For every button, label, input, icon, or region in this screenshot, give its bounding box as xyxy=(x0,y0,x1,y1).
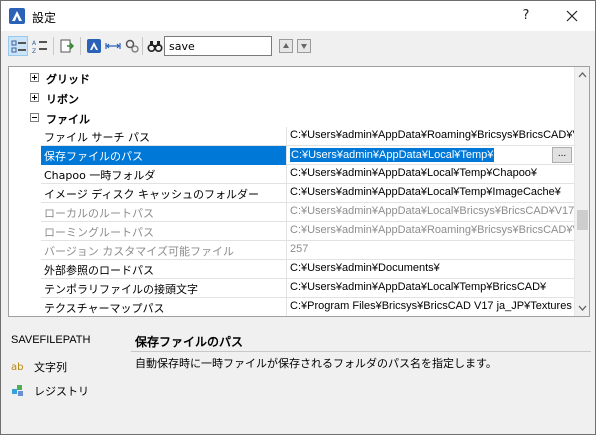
property-value[interactable]: C:¥Users¥admin¥AppData¥Local¥Temp¥ImageC… xyxy=(287,184,574,203)
alphabetical-view-button[interactable]: A Z xyxy=(30,36,50,56)
variable-info-panel: SAVEFILEPATH ab 文字列 レジストリ xyxy=(1,321,127,435)
property-row-selected[interactable]: 保存ファイルのパス C:¥Users¥admin¥AppData¥Local¥T… xyxy=(41,146,574,165)
previous-result-icon xyxy=(283,43,289,48)
property-value: C:¥Users¥admin¥AppData¥Roaming¥Bricsys¥B… xyxy=(290,224,574,236)
find-button[interactable] xyxy=(145,36,165,56)
settings-dialog: 設定 ? A Z save グリッド リボン ファイル ファイル サーチ パス … xyxy=(0,0,596,435)
property-grid-body: グリッド リボン ファイル ファイル サーチ パス C:¥Users¥admin… xyxy=(9,67,574,316)
property-value[interactable]: C:¥Users¥admin¥AppData¥Roaming¥Bricsys¥B… xyxy=(287,127,574,146)
property-name: テンポラリファイルの接頭文字 xyxy=(41,279,287,298)
expand-icon[interactable] xyxy=(30,73,39,82)
property-name: ローミングルートパス xyxy=(41,222,287,241)
property-row[interactable]: ローミングルートパス C:¥Users¥admin¥AppData¥Roamin… xyxy=(41,222,574,241)
category-ribbon[interactable]: リボン xyxy=(9,88,574,108)
scrollbar-thumb[interactable] xyxy=(577,210,588,230)
svg-text:A: A xyxy=(32,40,37,47)
property-value[interactable]: C:¥Users¥admin¥Documents¥ xyxy=(287,260,574,279)
property-row[interactable]: イメージ ディスク キャッシュのフォルダー C:¥Users¥admin¥App… xyxy=(41,184,574,203)
bricscad-app-icon xyxy=(9,8,25,24)
description-title: 保存ファイルのパス xyxy=(135,335,244,349)
close-button[interactable] xyxy=(555,5,589,27)
chevron-down-icon xyxy=(578,305,587,311)
window-title: 設定 xyxy=(32,11,57,25)
vertical-scrollbar[interactable] xyxy=(574,67,589,316)
system-variable-name: SAVEFILEPATH xyxy=(11,334,91,346)
properties-button[interactable] xyxy=(122,36,142,56)
svg-text:ab: ab xyxy=(11,362,23,373)
category-label: リボン xyxy=(46,93,79,106)
property-name: ファイル サーチ パス xyxy=(41,127,287,146)
property-name: 保存ファイルのパス xyxy=(41,146,287,165)
category-grid[interactable]: グリッド xyxy=(9,68,574,88)
export-icon xyxy=(60,39,75,53)
categorized-view-button[interactable] xyxy=(8,36,28,56)
property-row[interactable]: ファイル サーチ パス C:¥Users¥admin¥AppData¥Roami… xyxy=(41,127,574,146)
string-type-icon: ab xyxy=(11,362,23,373)
properties-icon xyxy=(125,39,139,53)
property-row[interactable]: 外部参照のロードパス C:¥Users¥admin¥Documents¥ xyxy=(41,260,574,279)
property-value: C:¥Users¥admin¥AppData¥Local¥Bricsys¥Bri… xyxy=(290,205,574,217)
property-grid: グリッド リボン ファイル ファイル サーチ パス C:¥Users¥admin… xyxy=(8,66,590,317)
fit-columns-icon xyxy=(105,43,121,49)
property-name: ローカルのルートパス xyxy=(41,203,287,222)
category-file[interactable]: ファイル xyxy=(9,108,574,128)
property-name: バージョン カスタマイズ可能ファイル xyxy=(41,241,287,260)
property-value[interactable]: C:¥Users¥admin¥AppData¥Local¥Temp¥Chapoo… xyxy=(287,165,574,184)
property-name: 外部参照のロードパス xyxy=(41,260,287,279)
bricscad-button[interactable] xyxy=(84,36,104,56)
collapse-icon[interactable] xyxy=(30,113,39,122)
property-value: 257 xyxy=(290,243,309,255)
help-button[interactable]: ? xyxy=(513,5,539,27)
property-name: テクスチャーマップパス xyxy=(41,298,287,316)
categorized-view-icon xyxy=(11,40,26,53)
description-text: 自動保存時に一時ファイルが保存されるフォルダのパス名を指定します。 xyxy=(135,357,497,370)
binoculars-icon xyxy=(147,41,163,53)
scroll-down-button[interactable] xyxy=(575,300,589,316)
scroll-up-button[interactable] xyxy=(575,67,589,83)
category-label: グリッド xyxy=(46,73,90,86)
toolbar: A Z xyxy=(1,31,595,61)
alphabetical-view-icon: A Z xyxy=(32,40,47,54)
chevron-up-icon xyxy=(578,72,587,78)
property-name: イメージ ディスク キャッシュのフォルダー xyxy=(41,184,287,203)
property-value-text[interactable]: C:¥Users¥admin¥AppData¥Local¥Temp¥ xyxy=(290,148,495,162)
category-label: ファイル xyxy=(46,113,90,126)
expand-icon[interactable] xyxy=(30,93,39,102)
property-row[interactable]: バージョン カスタマイズ可能ファイル 257 xyxy=(41,241,574,260)
property-name: Chapoo 一時フォルダ xyxy=(41,165,287,184)
property-value[interactable]: C:¥Program Files¥Bricsys¥BricsCAD V17 ja… xyxy=(287,298,574,316)
next-result-icon xyxy=(301,44,307,49)
variable-storage-label: レジストリ xyxy=(34,385,89,398)
bricscad-icon xyxy=(87,39,101,53)
property-row[interactable]: ローカルのルートパス C:¥Users¥admin¥AppData¥Local¥… xyxy=(41,203,574,222)
close-icon xyxy=(566,10,578,22)
fit-columns-button[interactable] xyxy=(103,36,123,56)
browse-button[interactable]: ... xyxy=(552,147,572,163)
search-input[interactable] xyxy=(164,36,272,56)
property-value-editor[interactable]: C:¥Users¥admin¥AppData¥Local¥Temp¥ ... xyxy=(287,146,574,165)
next-result-button[interactable] xyxy=(297,39,311,53)
registry-icon xyxy=(12,385,23,396)
export-button[interactable] xyxy=(57,36,77,56)
property-row[interactable]: テンポラリファイルの接頭文字 C:¥Users¥admin¥AppData¥Lo… xyxy=(41,279,574,298)
svg-text:Z: Z xyxy=(32,48,36,54)
property-row[interactable]: Chapoo 一時フォルダ C:¥Users¥admin¥AppData¥Loc… xyxy=(41,165,574,184)
variable-type-label: 文字列 xyxy=(34,361,67,374)
property-value[interactable]: C:¥Users¥admin¥AppData¥Local¥Temp¥BricsC… xyxy=(287,279,574,298)
property-row[interactable]: テクスチャーマップパス C:¥Program Files¥Bricsys¥Bri… xyxy=(41,298,574,316)
previous-result-button[interactable] xyxy=(279,39,293,53)
title-bar: 設定 ? xyxy=(1,1,595,31)
